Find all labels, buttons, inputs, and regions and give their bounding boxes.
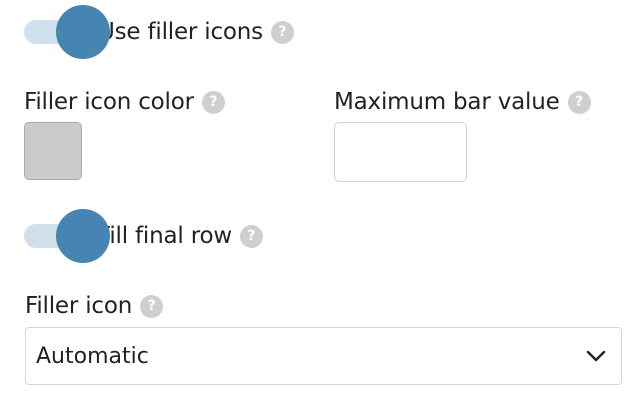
toggle-knob (56, 209, 110, 263)
maximum-bar-value-label-row: Maximum bar value ? (334, 88, 591, 116)
filler-icon-select[interactable]: Automatic (25, 327, 622, 385)
filler-icon-color-label: Filler icon color (24, 89, 194, 115)
use-filler-icons-label: Use filler icons (98, 19, 263, 45)
fill-final-row-row: Fill final row ? (24, 206, 263, 266)
fill-final-row-toggle[interactable] (24, 206, 110, 266)
filler-icon-selected-value: Automatic (36, 343, 149, 369)
question-circle-icon[interactable]: ? (239, 224, 263, 248)
fill-final-row-label: Fill final row (98, 223, 232, 249)
filler-icon-label-row: Filler icon ? (25, 292, 164, 320)
toggle-knob (56, 5, 110, 59)
chevron-down-icon (586, 350, 606, 362)
use-filler-icons-row: Use filler icons ? (24, 2, 294, 62)
question-circle-icon[interactable]: ? (201, 90, 225, 114)
filler-icon-label: Filler icon (25, 293, 133, 319)
filler-icon-color-label-row: Filler icon color ? (24, 88, 225, 116)
maximum-bar-value-label: Maximum bar value (334, 89, 560, 115)
filler-icon-color-swatch[interactable] (24, 122, 82, 180)
question-circle-icon[interactable]: ? (140, 294, 164, 318)
use-filler-icons-toggle[interactable] (24, 2, 110, 62)
question-circle-icon[interactable]: ? (270, 20, 294, 44)
question-circle-icon[interactable]: ? (567, 90, 591, 114)
maximum-bar-value-input[interactable] (334, 122, 467, 182)
